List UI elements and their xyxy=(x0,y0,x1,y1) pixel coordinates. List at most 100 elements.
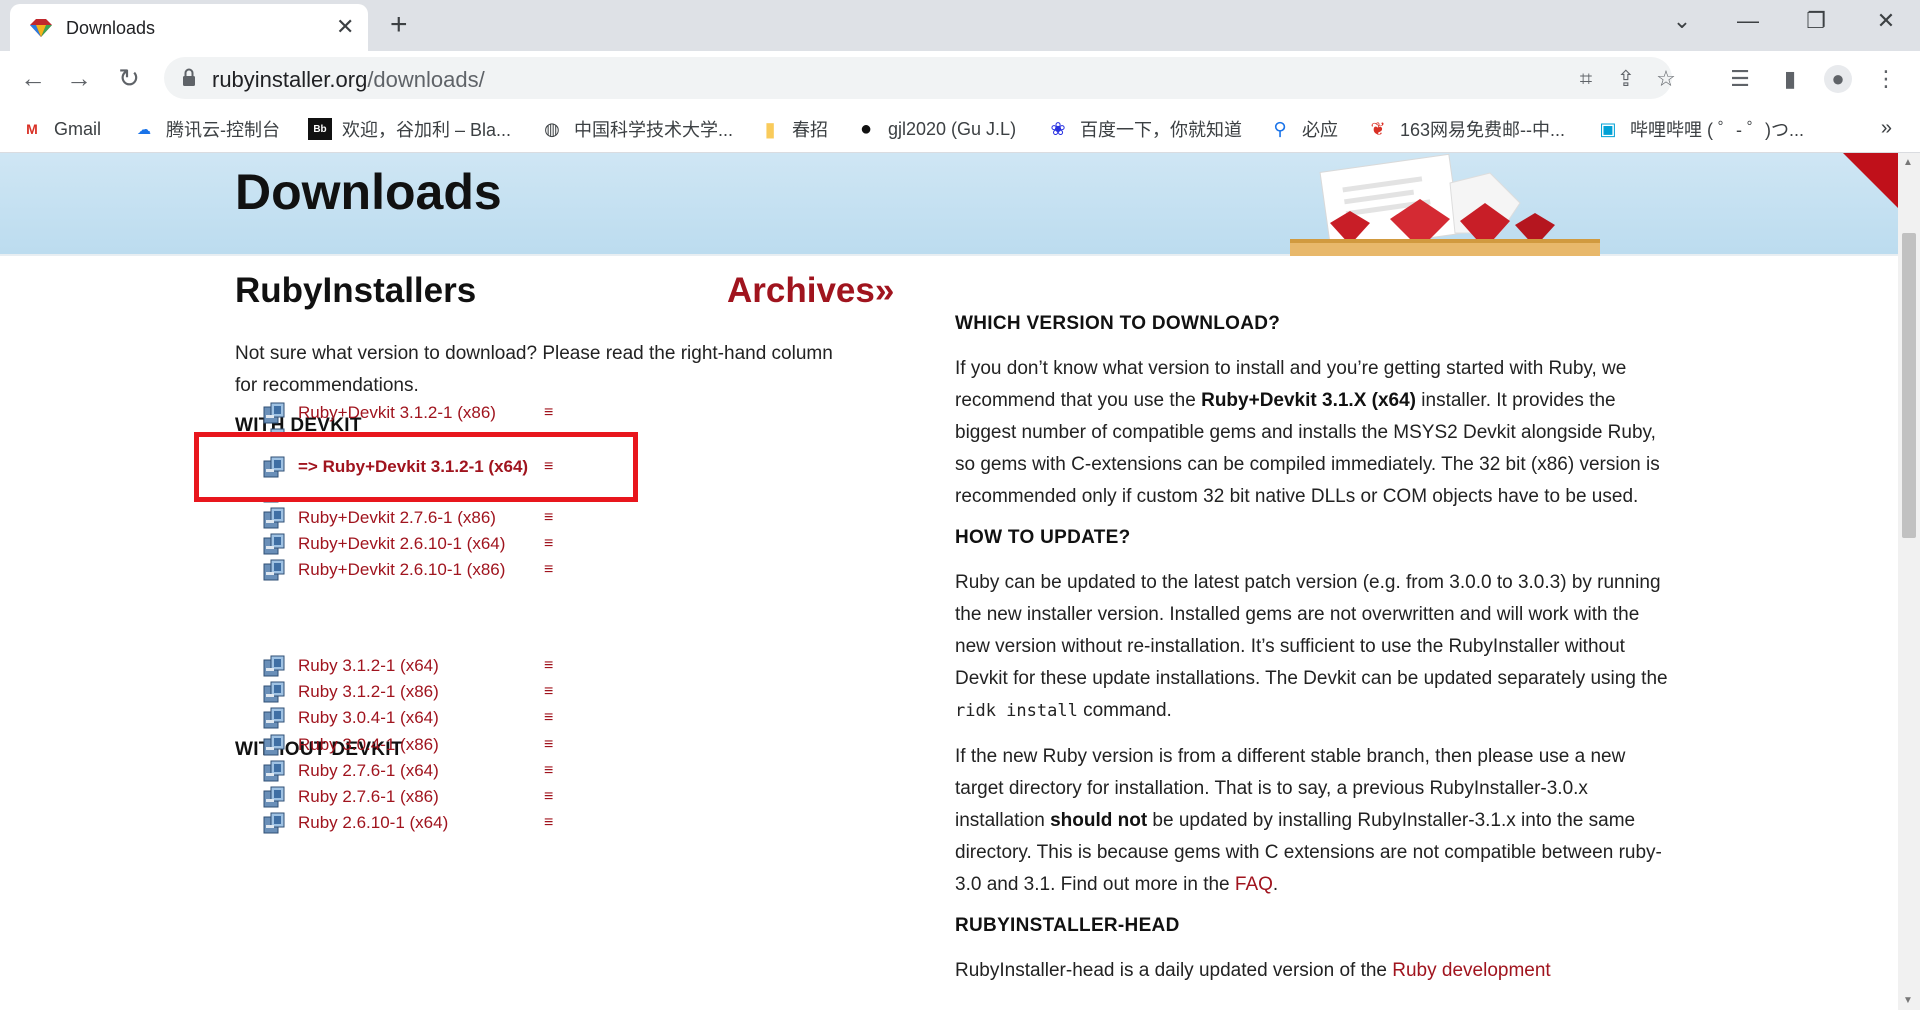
installer-package-icon xyxy=(263,559,285,581)
download-link[interactable]: => Ruby+Devkit 3.1.2-1 (x64) xyxy=(298,457,544,477)
download-link[interactable]: Ruby 2.7.6-1 (x86) xyxy=(298,787,544,807)
installer-package-icon xyxy=(263,533,285,555)
translate-icon[interactable]: ⌗ xyxy=(1574,67,1598,91)
details-menu-icon[interactable]: ≡ xyxy=(544,736,553,754)
download-link[interactable]: Ruby 3.1.2-1 (x86) xyxy=(298,682,544,702)
bookmark-ustc[interactable]: ◍ 中国科学技术大学... xyxy=(540,115,733,143)
details-menu-icon[interactable]: ≡ xyxy=(544,535,553,553)
download-link[interactable]: Ruby+Devkit 3.1.2-1 (x86) xyxy=(298,403,544,423)
download-row: Ruby 3.1.2-1 (x86) ≡ xyxy=(262,679,553,705)
tab-strip: Downloads ✕ + ⌄ — ❐ ✕ xyxy=(0,0,1920,51)
page-viewport: Downloads RubyInstallers Archives» Not s… xyxy=(0,153,1898,1010)
intro-text: Not sure what version to download? Pleas… xyxy=(235,343,833,396)
scroll-down-icon[interactable]: ▼ xyxy=(1903,995,1913,1006)
scroll-up-icon[interactable]: ▲ xyxy=(1903,157,1913,168)
installer-package-icon xyxy=(263,786,285,808)
faq-link[interactable]: FAQ xyxy=(1235,874,1273,895)
details-menu-icon[interactable]: ≡ xyxy=(544,404,553,422)
tab-search-icon[interactable]: ⌄ xyxy=(1662,8,1702,34)
installer-package-icon xyxy=(263,456,285,478)
gmail-icon: M xyxy=(26,121,38,137)
profile-avatar-icon[interactable]: ● xyxy=(1824,65,1852,93)
download-row: Ruby+Devkit 2.6.10-1 (x86) ≡ xyxy=(262,557,553,583)
netease-icon: ❦ xyxy=(1370,118,1386,139)
installer-package-icon xyxy=(263,507,285,529)
download-row: Ruby 2.7.6-1 (x86) ≡ xyxy=(262,784,553,810)
bookmark-bilibili[interactable]: ▣ 哔哩哔哩 ( ゜- ゜)つ... xyxy=(1596,115,1804,143)
ruby-development-link[interactable]: Ruby development xyxy=(1392,960,1550,981)
reading-list-icon[interactable]: ☰ xyxy=(1726,65,1754,93)
bookmark-label: gjl2020 (Gu J.L) xyxy=(888,118,1017,139)
download-link[interactable]: Ruby 3.1.2-1 (x64) xyxy=(298,656,544,676)
scroll-thumb[interactable] xyxy=(1902,233,1916,538)
forward-arrow-icon[interactable]: → xyxy=(64,63,94,93)
download-row: Ruby+Devkit 2.7.6-1 (x86) ≡ xyxy=(262,505,553,531)
minimize-button[interactable]: — xyxy=(1728,8,1768,34)
bookmark-folder-chunzhao[interactable]: ▮ 春招 xyxy=(758,115,828,143)
close-window-button[interactable]: ✕ xyxy=(1866,8,1906,34)
tab-downloads[interactable]: Downloads ✕ xyxy=(10,4,368,51)
download-link[interactable]: Ruby+Devkit 2.6.10-1 (x86) xyxy=(298,560,544,580)
bilibili-tv-icon: ▣ xyxy=(1599,118,1617,139)
bookmark-blackboard[interactable]: Bb 欢迎，谷加利 – Bla... xyxy=(308,115,511,143)
page-title: Downloads xyxy=(235,164,502,220)
download-row: Ruby 2.7.6-1 (x64) ≡ xyxy=(262,758,553,784)
bookmark-gmail[interactable]: M Gmail xyxy=(20,115,101,143)
new-tab-button[interactable]: + xyxy=(390,8,408,42)
bookmark-label: 中国科学技术大学... xyxy=(574,120,734,140)
bookmarks-overflow-icon[interactable]: » xyxy=(1881,117,1892,140)
installer-package-icon xyxy=(263,681,285,703)
download-link[interactable]: Ruby+Devkit 2.6.10-1 (x64) xyxy=(298,534,544,554)
how-to-update-heading: HOW TO UPDATE? xyxy=(955,527,1131,548)
bookmark-label: 哔哩哔哩 ( ゜- ゜)つ... xyxy=(1630,120,1804,140)
download-row: Ruby 3.0.4-1 (x64) ≡ xyxy=(262,705,553,731)
details-menu-icon[interactable]: ≡ xyxy=(544,788,553,806)
reload-icon[interactable]: ↻ xyxy=(114,63,144,93)
details-menu-icon[interactable]: ≡ xyxy=(544,561,553,579)
bookmark-bing[interactable]: ⚲ 必应 xyxy=(1268,115,1338,143)
more-menu-icon[interactable]: ⋮ xyxy=(1872,65,1900,93)
bookmark-label: 163网易免费邮--中... xyxy=(1400,120,1566,140)
archives-link[interactable]: Archives» xyxy=(727,271,894,311)
bookmark-label: 春招 xyxy=(792,120,828,140)
bookmark-163-mail[interactable]: ❦ 163网易免费邮--中... xyxy=(1366,115,1565,143)
download-row: => Ruby+Devkit 3.1.2-1 (x64) ≡ xyxy=(262,454,553,480)
search-icon: ⚲ xyxy=(1273,118,1287,139)
bookmark-star-icon[interactable]: ☆ xyxy=(1654,67,1678,91)
download-row: Ruby+Devkit 3.1.2-1 (x86) ≡ xyxy=(262,400,553,426)
rubyinstallers-heading: RubyInstallers xyxy=(235,271,477,310)
details-menu-icon[interactable]: ≡ xyxy=(544,814,553,832)
download-row: Ruby+Devkit 2.6.10-1 (x64) ≡ xyxy=(262,531,553,557)
installer-package-icon xyxy=(263,655,285,677)
restore-button[interactable]: ❐ xyxy=(1796,8,1836,34)
side-panel-icon[interactable]: ▮ xyxy=(1776,65,1804,93)
baidu-paw-icon: ❀ xyxy=(1050,118,1066,139)
share-icon[interactable]: ⇪ xyxy=(1614,67,1638,91)
details-menu-icon[interactable]: ≡ xyxy=(544,683,553,701)
details-menu-icon[interactable]: ≡ xyxy=(544,657,553,675)
ruby-installer-illustration xyxy=(1290,153,1600,256)
back-arrow-icon[interactable]: ← xyxy=(18,63,48,93)
download-link[interactable]: Ruby 3.0.4-1 (x64) xyxy=(298,708,544,728)
details-menu-icon[interactable]: ≡ xyxy=(544,509,553,527)
tab-close-icon[interactable]: ✕ xyxy=(336,14,354,40)
address-bar[interactable]: rubyinstaller.org/downloads/ ⌗ ⇪ ☆ xyxy=(164,57,1676,99)
download-link[interactable]: Ruby 2.7.6-1 (x64) xyxy=(298,761,544,781)
page-banner: Downloads xyxy=(0,153,1898,256)
installer-package-icon xyxy=(263,812,285,834)
bookmark-tencent-cloud[interactable]: ☁ 腾讯云-控制台 xyxy=(132,115,280,143)
details-menu-icon[interactable]: ≡ xyxy=(544,709,553,727)
bookmark-baidu[interactable]: ❀ 百度一下，你就知道 xyxy=(1046,115,1242,143)
bookmarks-bar: M Gmail ☁ 腾讯云-控制台 Bb 欢迎，谷加利 – Bla... ◍ 中… xyxy=(0,105,1920,153)
download-link[interactable]: Ruby 2.6.10-1 (x64) xyxy=(298,813,544,833)
details-menu-icon[interactable]: ≡ xyxy=(544,458,553,476)
page-scrollbar[interactable]: ▲ ▼ xyxy=(1898,153,1920,1010)
details-menu-icon[interactable]: ≡ xyxy=(544,762,553,780)
bookmark-github[interactable]: ● gjl2020 (Gu J.L) xyxy=(854,115,1016,143)
installer-package-icon xyxy=(263,734,285,756)
download-link[interactable]: Ruby 3.0.4-1 (x86) xyxy=(298,735,544,755)
browser-toolbar: ← → ↻ rubyinstaller.org/downloads/ ⌗ ⇪ ☆… xyxy=(0,51,1920,105)
tab-title: Downloads xyxy=(66,18,156,38)
ruby-favicon-icon xyxy=(30,19,52,37)
download-link[interactable]: Ruby+Devkit 2.7.6-1 (x86) xyxy=(298,508,544,528)
